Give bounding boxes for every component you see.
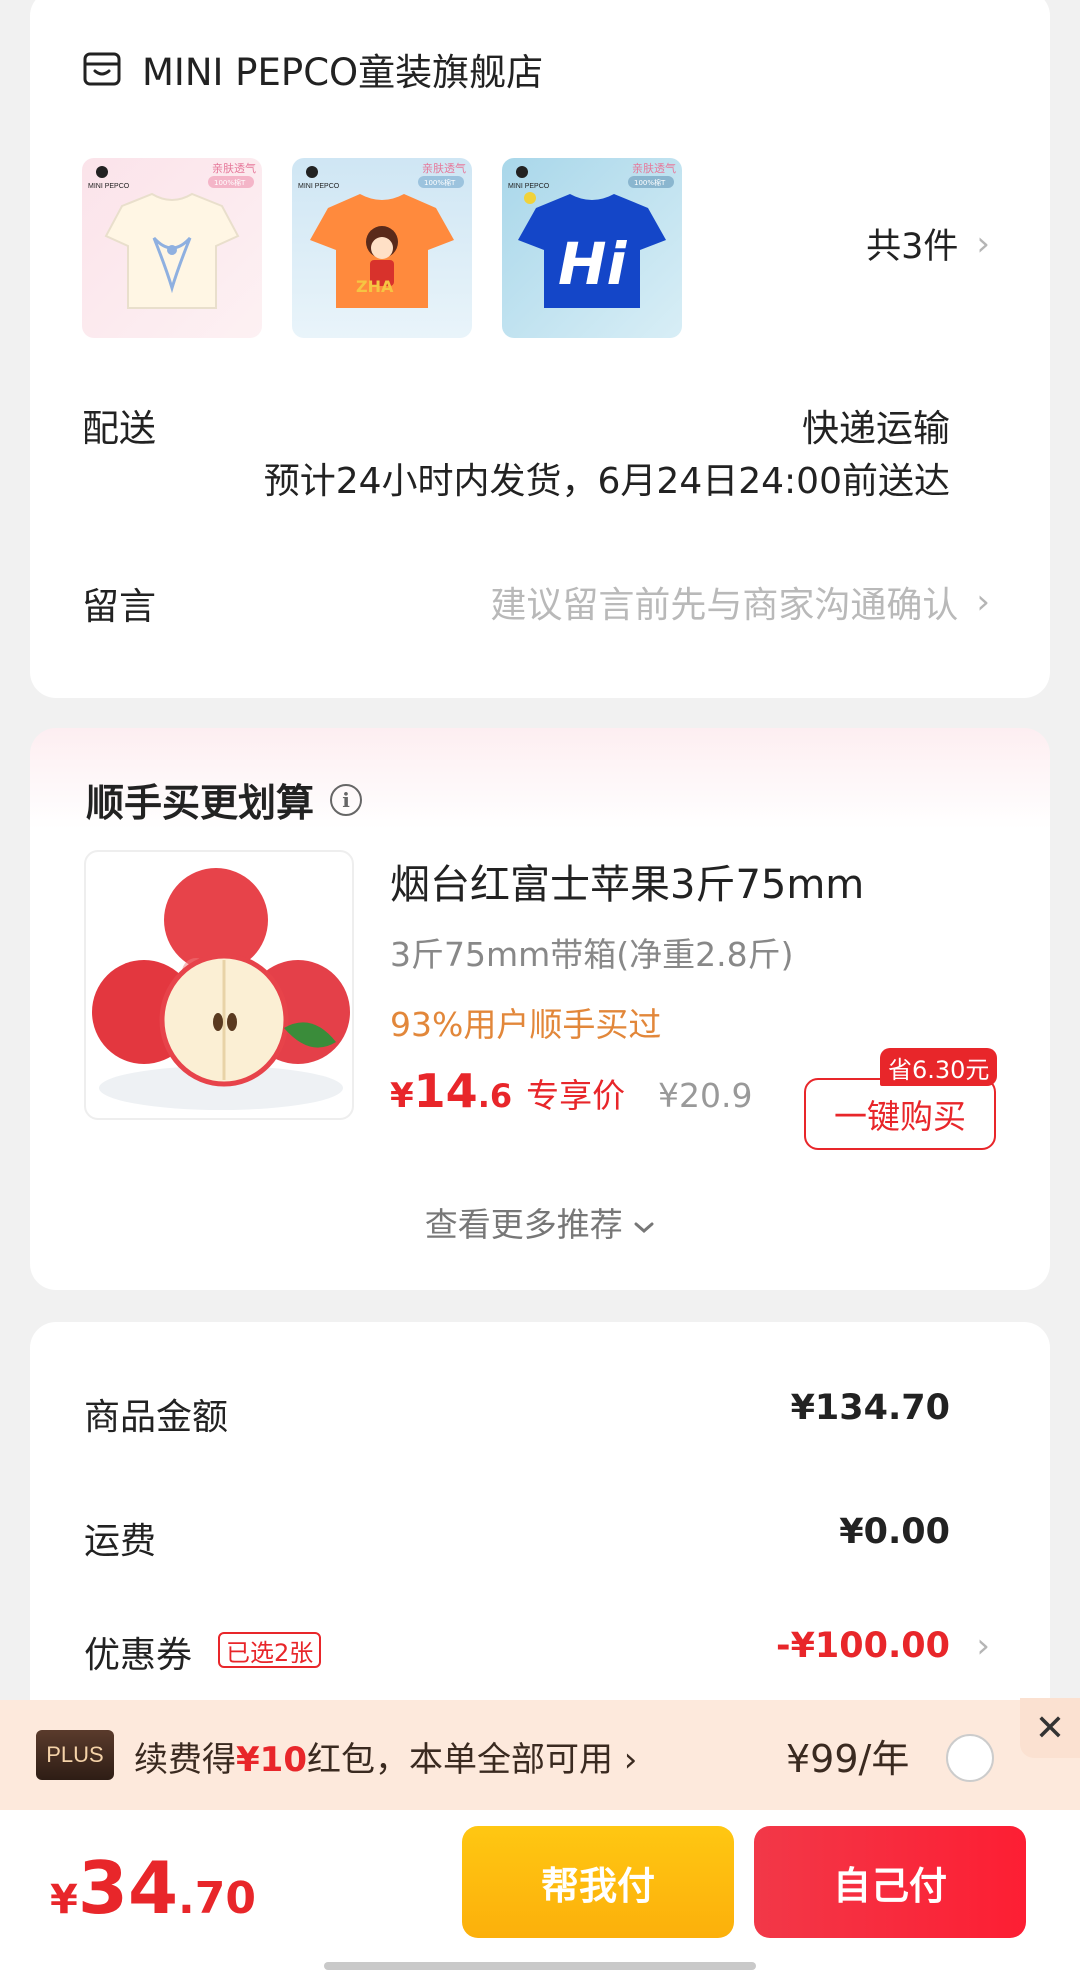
svg-text:亲肤透气: 亲肤透气 bbox=[632, 161, 676, 175]
chevron-right-icon: › bbox=[976, 223, 990, 264]
coupon-selected-badge: 已选2张 bbox=[218, 1632, 322, 1668]
plus-select-radio[interactable] bbox=[946, 1734, 994, 1782]
goods-amount-value: ¥134.70 bbox=[790, 1388, 950, 1428]
item-count-link[interactable]: 共3件 › bbox=[866, 218, 990, 269]
total-price: ¥ 34 .70 bbox=[50, 1846, 256, 1930]
svg-text:MINI PEPCO: MINI PEPCO bbox=[298, 183, 340, 190]
product-thumb-orange-tshirt[interactable]: ZHA MINI PEPCO 亲肤透气 100%棉T bbox=[292, 158, 472, 338]
price-decimal: .6 bbox=[477, 1077, 513, 1115]
total-integer: 34 bbox=[77, 1846, 179, 1930]
close-icon[interactable]: ✕ bbox=[1020, 1698, 1080, 1758]
more-recommendations-text: 查看更多推荐 bbox=[424, 1205, 623, 1244]
cream-tshirt-image bbox=[104, 192, 240, 309]
shipping-label: 配送 bbox=[82, 407, 156, 450]
checkout-page: MINI PEPCO童装旗舰店 MINI PEPCO 亲肤透气 100%棉T Z… bbox=[0, 0, 1080, 1976]
home-indicator[interactable] bbox=[324, 1962, 756, 1970]
plus-text-after: 红包，本单全部可用 bbox=[306, 1740, 613, 1780]
goods-amount-label: 商品金额 bbox=[84, 1397, 229, 1438]
price-tag: 专享价 bbox=[526, 1076, 626, 1115]
store-icon bbox=[82, 49, 122, 89]
coupon-value: -¥100.00 bbox=[776, 1626, 950, 1666]
product-thumb-cream-tshirt[interactable]: MINI PEPCO 亲肤透气 100%棉T bbox=[82, 158, 262, 338]
chevron-right-icon: › bbox=[976, 1626, 990, 1666]
brand-logo-icon: MINI PEPCO 亲肤透气 100%棉T bbox=[508, 161, 676, 190]
plus-price: ¥99/年 bbox=[786, 1737, 910, 1781]
shipping-fee-label: 运费 bbox=[84, 1521, 157, 1562]
recommend-title-text: 顺手买更划算 bbox=[86, 781, 315, 825]
chevron-right-icon: › bbox=[976, 582, 990, 622]
pay-myself-button[interactable]: 自己付 bbox=[754, 1826, 1026, 1938]
more-recommendations-link[interactable]: 查看更多推荐 bbox=[30, 1198, 1050, 1246]
recommend-price: ¥ 14 .6 专享价 bbox=[390, 1064, 625, 1118]
chevron-right-icon: › bbox=[612, 1740, 638, 1780]
one-click-buy-button[interactable]: 一键购买 bbox=[804, 1078, 996, 1150]
price-integer: 14 bbox=[413, 1064, 478, 1118]
apple-image bbox=[92, 868, 350, 1110]
store-name: MINI PEPCO童装旗舰店 bbox=[142, 51, 544, 94]
original-price: ¥20.9 bbox=[658, 1076, 753, 1115]
plus-badge: PLUS bbox=[36, 1730, 114, 1780]
info-icon[interactable]: i bbox=[330, 783, 363, 816]
recommend-social-proof: 93%用户顺手买过 bbox=[390, 1005, 662, 1044]
svg-text:MINI PEPCO: MINI PEPCO bbox=[508, 183, 550, 190]
chevron-down-icon bbox=[633, 1205, 655, 1244]
plus-promo-text[interactable]: 续费得¥10红包，本单全部可用 › bbox=[134, 1732, 637, 1781]
recommend-card: 顺手买更划算 i 烟台红富士苹果3斤75mm 3斤75mm带箱(净重2.8斤) … bbox=[30, 728, 1050, 1290]
help-me-pay-button[interactable]: 帮我付 bbox=[462, 1826, 734, 1938]
item-count-text: 共3件 bbox=[866, 227, 959, 267]
message-placeholder: 建议留言前先与商家沟通确认 bbox=[490, 585, 959, 626]
plus-renewal-banner[interactable]: PLUS 续费得¥10红包，本单全部可用 › ¥99/年 bbox=[0, 1700, 1080, 1810]
product-thumbnails[interactable]: MINI PEPCO 亲肤透气 100%棉T ZHA MINI PEPCO 亲肤… bbox=[82, 158, 712, 338]
plus-text-before: 续费得 bbox=[134, 1740, 236, 1780]
recommend-title: 顺手买更划算 i bbox=[86, 772, 363, 827]
shipping-eta: 预计24小时内发货，6月24日24:00前送达 bbox=[263, 461, 950, 502]
apple-product-image[interactable] bbox=[84, 850, 354, 1120]
product-thumb-blue-tshirt[interactable]: Hi MINI PEPCO 亲肤透气 100%棉T bbox=[502, 158, 682, 338]
message-input[interactable]: 建议留言前先与商家沟通确认 › bbox=[490, 576, 990, 628]
bottom-pay-bar: ¥ 34 .70 帮我付 自己付 bbox=[0, 1810, 1080, 1976]
recommend-product-spec: 3斤75mm带箱(净重2.8斤) bbox=[390, 935, 794, 974]
svg-text:100%棉T: 100%棉T bbox=[634, 178, 666, 187]
price-currency: ¥ bbox=[390, 1076, 414, 1116]
store-card: MINI PEPCO童装旗舰店 MINI PEPCO 亲肤透气 100%棉T Z… bbox=[30, 0, 1050, 698]
brand-logo-icon: MINI PEPCO 亲肤透气 100%棉T bbox=[298, 161, 466, 190]
recommend-product-name[interactable]: 烟台红富士苹果3斤75mm bbox=[390, 852, 864, 910]
shipping-fee-value: ¥0.00 bbox=[839, 1512, 950, 1552]
total-decimal: .70 bbox=[178, 1873, 256, 1924]
svg-text:100%棉T: 100%棉T bbox=[424, 178, 456, 187]
message-label: 留言 bbox=[82, 585, 156, 628]
coupon-label: 优惠券 bbox=[84, 1635, 193, 1676]
plus-text-highlight: ¥10 bbox=[236, 1740, 307, 1780]
save-badge: 省6.30元 bbox=[880, 1048, 998, 1086]
shipping-method: 快递运输 bbox=[802, 407, 950, 450]
total-currency: ¥ bbox=[50, 1877, 78, 1923]
svg-text:亲肤透气: 亲肤透气 bbox=[422, 161, 466, 175]
store-header[interactable]: MINI PEPCO童装旗舰店 bbox=[82, 42, 543, 96]
